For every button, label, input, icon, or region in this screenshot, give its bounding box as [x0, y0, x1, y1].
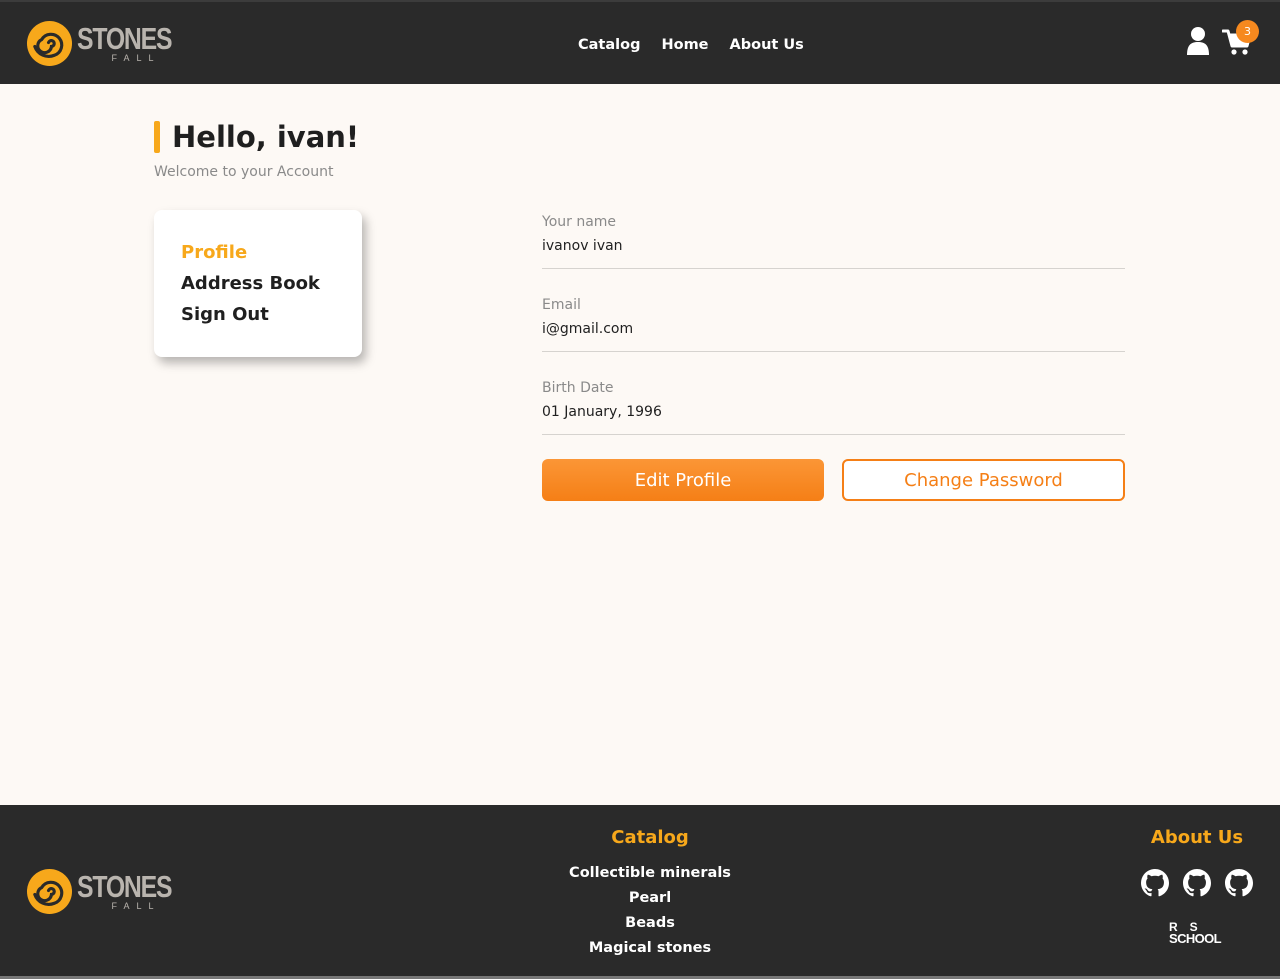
- footer-logo[interactable]: STONES FALL: [26, 868, 185, 915]
- site-footer: STONES FALL Catalog Collectible minerals…: [0, 805, 1280, 979]
- nav-catalog[interactable]: Catalog: [578, 35, 640, 55]
- nav-home[interactable]: Home: [661, 35, 708, 55]
- header-logo[interactable]: STONES FALL: [26, 20, 185, 67]
- logo-wordmark: STONES: [77, 21, 173, 56]
- github-icon[interactable]: [1183, 869, 1211, 897]
- edit-profile-button[interactable]: Edit Profile: [542, 459, 824, 501]
- github-icon[interactable]: [1141, 869, 1169, 897]
- footer-link-collectible-minerals[interactable]: Collectible minerals: [550, 861, 750, 886]
- nav-about-us[interactable]: About Us: [730, 35, 804, 55]
- greeting-accent-bar: [154, 121, 160, 153]
- email-field: Email i@gmail.com: [542, 296, 1125, 352]
- footer-link-magical-stones[interactable]: Magical stones: [550, 936, 750, 961]
- email-field-value: i@gmail.com: [542, 321, 634, 337]
- footer-link-pearl[interactable]: Pearl: [550, 886, 750, 911]
- sidebar-item-address-book[interactable]: Address Book: [181, 272, 320, 296]
- footer-catalog-links: Collectible minerals Pearl Beads Magical…: [550, 861, 750, 961]
- name-field-label: Your name: [542, 214, 617, 230]
- account-sidebar: Profile Address Book Sign Out: [154, 210, 362, 357]
- page-subtitle: Welcome to your Account: [154, 164, 334, 180]
- rs-school-logo-line2: SCHOOL: [1169, 931, 1222, 946]
- main-nav: Catalog Home About Us: [578, 35, 804, 55]
- spiral-logo-icon: [26, 20, 73, 67]
- user-icon[interactable]: [1186, 26, 1210, 56]
- email-field-label: Email: [542, 297, 581, 313]
- sidebar-item-profile[interactable]: Profile: [181, 241, 247, 265]
- birth-date-field-value: 01 January, 1996: [542, 404, 662, 420]
- logo-wordmark: STONES: [77, 869, 173, 904]
- footer-about-heading[interactable]: About Us: [1140, 827, 1254, 849]
- spiral-logo-icon: [26, 868, 73, 915]
- rs-school-logo[interactable]: RS SCHOOL: [1169, 921, 1222, 946]
- cart-count-badge: 3: [1236, 20, 1259, 43]
- github-icon[interactable]: [1225, 869, 1253, 897]
- name-field-value: ivanov ivan: [542, 238, 623, 254]
- sidebar-item-sign-out[interactable]: Sign Out: [181, 303, 269, 327]
- footer-link-beads[interactable]: Beads: [550, 911, 750, 936]
- change-password-button[interactable]: Change Password: [842, 459, 1125, 501]
- birth-date-field: Birth Date 01 January, 1996: [542, 379, 1125, 435]
- name-field: Your name ivanov ivan: [542, 213, 1125, 269]
- site-header: STONES FALL Catalog Home About Us 3: [0, 0, 1280, 84]
- birth-date-field-label: Birth Date: [542, 380, 614, 396]
- page-title: Hello, ivan!: [172, 120, 360, 154]
- footer-catalog-heading[interactable]: Catalog: [0, 827, 1280, 849]
